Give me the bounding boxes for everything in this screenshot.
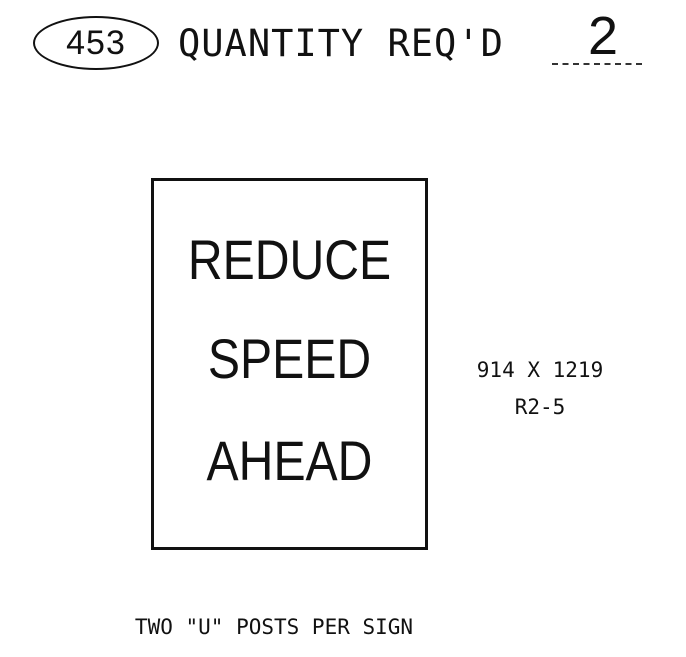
quantity-underline (552, 63, 642, 65)
quantity-value: 2 (588, 6, 619, 66)
sign-text-line-2: SPEED (207, 327, 372, 390)
sign-text-line-3: AHEAD (206, 429, 373, 492)
sign-panel: REDUCE SPEED AHEAD (151, 178, 428, 550)
item-number: 453 (66, 23, 126, 62)
sign-code: R2-5 (514, 395, 566, 419)
sign-text-line-1: REDUCE (187, 228, 392, 291)
sign-size: 914 X 1219 (476, 358, 604, 382)
post-note: TWO "U" POSTS PER SIGN (134, 615, 414, 639)
quantity-label: QUANTITY REQ'D (178, 22, 504, 65)
item-number-oval: 453 (33, 16, 159, 70)
